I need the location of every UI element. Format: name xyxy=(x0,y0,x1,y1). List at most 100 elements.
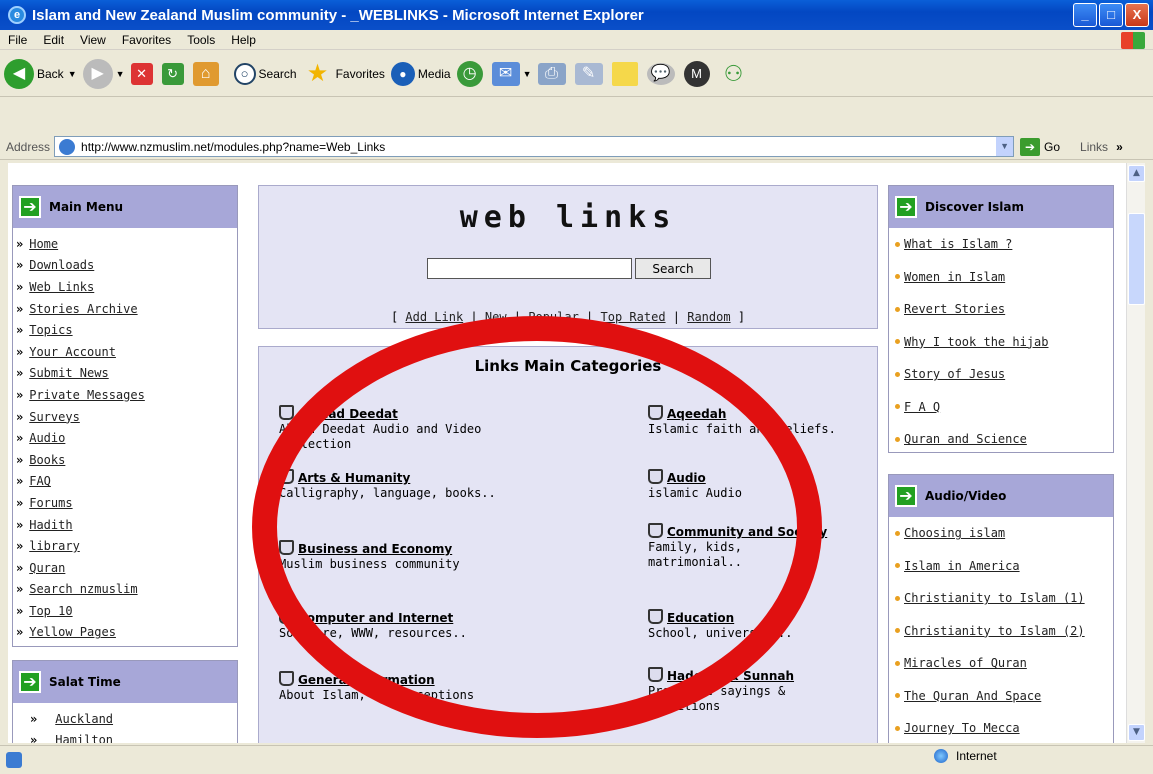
menu-item-library[interactable]: » library xyxy=(13,535,237,557)
menu-file[interactable]: File xyxy=(0,33,35,47)
discuss-button[interactable]: 💬 xyxy=(646,62,678,85)
top-rated-link[interactable]: Top Rated xyxy=(601,310,666,324)
menu-item-topics[interactable]: » Topics xyxy=(13,319,237,341)
scroll-up-icon[interactable]: ▲ xyxy=(1128,165,1145,182)
bullet-icon xyxy=(895,274,900,280)
category-arts-humanity[interactable]: Arts & Humanity Calligraphy, language, bo… xyxy=(279,469,549,501)
audio-video-item[interactable]: The Quran And Space xyxy=(889,680,1113,713)
history-button[interactable]: ◷ xyxy=(456,60,486,87)
menu-help[interactable]: Help xyxy=(223,33,264,47)
category-ahmad-deedat[interactable]: Ahmad Deedat Ahmad Deedat Audio and Video… xyxy=(279,405,549,452)
search-button[interactable]: ○ Search xyxy=(233,62,297,85)
category-aqeedah[interactable]: Aqeedah Islamic faith and beliefs. xyxy=(648,405,848,437)
back-button[interactable]: ◀ Back ▼ xyxy=(4,58,77,89)
minimize-button[interactable]: _ xyxy=(1073,3,1097,27)
category-education[interactable]: Education School, university.. xyxy=(648,609,848,641)
book-icon xyxy=(648,405,663,420)
discover-item[interactable]: Story of Jesus xyxy=(889,358,1113,391)
menu-item-yellow-pages[interactable]: » Yellow Pages xyxy=(13,622,237,644)
favorites-button[interactable]: ★ Favorites xyxy=(303,59,385,89)
address-url: http://www.nzmuslim.net/modules.php?name… xyxy=(81,139,386,154)
menu-item-quran[interactable]: » Quran xyxy=(13,557,237,579)
menu-item-books[interactable]: » Books xyxy=(13,449,237,471)
menu-item-search-nzmuslim[interactable]: » Search nzmuslim xyxy=(13,579,237,601)
category-computer-internet[interactable]: Computer and Internet Software, WWW, reso… xyxy=(279,609,549,641)
scroll-thumb[interactable] xyxy=(1128,213,1145,305)
chevron-right-icon[interactable]: » xyxy=(1116,140,1123,154)
home-icon: ⌂ xyxy=(192,61,219,86)
go-button[interactable]: ➔ Go xyxy=(1020,137,1060,156)
menu-item-forums[interactable]: » Forums xyxy=(13,492,237,514)
media-icon: ● xyxy=(390,61,415,86)
contacts-button[interactable]: ⚇ xyxy=(719,59,752,89)
notes-button[interactable] xyxy=(611,61,641,86)
menu-item-downloads[interactable]: » Downloads xyxy=(13,255,237,277)
messenger-button[interactable]: M xyxy=(683,60,713,87)
forward-button[interactable]: ▶ ▼ xyxy=(82,58,125,89)
menu-tools[interactable]: Tools xyxy=(179,33,223,47)
chevron-down-icon[interactable]: ▼ xyxy=(996,137,1014,156)
menu-item-surveys[interactable]: » Surveys xyxy=(13,406,237,428)
standard-toolbar: ◀ Back ▼ ▶ ▼ ✕ ↻ ⌂ ○ Search ★ Favorites ● Medi… xyxy=(0,51,1153,97)
menu-item-web-links[interactable]: » Web Links xyxy=(13,276,237,298)
discover-item[interactable]: Why I took the hijab xyxy=(889,326,1113,359)
maximize-button[interactable]: □ xyxy=(1099,3,1123,27)
discover-islam-header: ➔ Discover Islam xyxy=(889,186,1113,228)
book-icon xyxy=(279,469,294,484)
discover-item[interactable]: Quran and Science xyxy=(889,423,1113,456)
back-arrow-icon: ◀ xyxy=(4,58,34,89)
scroll-down-icon[interactable]: ▼ xyxy=(1128,724,1145,741)
menu-item-your-account[interactable]: » Your Account xyxy=(13,341,237,363)
links-toolbar[interactable]: Links xyxy=(1080,140,1108,154)
audio-video-item[interactable]: Journey To Mecca xyxy=(889,712,1113,743)
menu-favorites[interactable]: Favorites xyxy=(114,33,179,47)
page-viewport: ➔ Main Menu » Home » Downloads » Web Links »… xyxy=(8,163,1126,743)
menu-item-stories-archive[interactable]: » Stories Archive xyxy=(13,298,237,320)
menu-item-private-messages[interactable]: » Private Messages xyxy=(13,384,237,406)
salat-item-auckland[interactable]: » Auckland xyxy=(27,708,237,730)
home-button[interactable]: ⌂ xyxy=(192,61,222,86)
menu-edit[interactable]: Edit xyxy=(35,33,72,47)
menu-item-hadith[interactable]: » Hadith xyxy=(13,514,237,536)
popular-link[interactable]: Popular xyxy=(528,310,579,324)
vertical-scrollbar[interactable]: ▲ ▼ xyxy=(1126,163,1145,743)
close-button[interactable]: X xyxy=(1125,3,1149,27)
category-community-society[interactable]: Community and Society Family, kids, matri… xyxy=(648,523,828,570)
address-input[interactable]: http://www.nzmuslim.net/modules.php?name… xyxy=(54,136,1015,157)
menu-item-home[interactable]: » Home xyxy=(13,233,237,255)
links-search-button[interactable]: Search xyxy=(635,258,711,279)
page-status-icon xyxy=(6,752,22,768)
menu-item-audio[interactable]: » Audio xyxy=(13,427,237,449)
mail-button[interactable]: ✉ ▼ xyxy=(491,61,532,86)
chevron-down-icon: ▼ xyxy=(522,68,532,79)
discover-item[interactable]: What is Islam ? xyxy=(889,228,1113,261)
category-hadeeth-sunnah[interactable]: Hadeeth & Sunnah Prophetic sayings & trad… xyxy=(648,667,828,714)
audio-video-item[interactable]: Miracles of Quran xyxy=(889,647,1113,680)
category-business-economy[interactable]: Business and Economy Muslim business comm… xyxy=(279,540,549,572)
new-link[interactable]: New xyxy=(485,310,507,324)
menu-item-top-10[interactable]: » Top 10 xyxy=(13,600,237,622)
refresh-button[interactable]: ↻ xyxy=(161,62,187,85)
salat-item-hamilton[interactable]: » Hamilton xyxy=(27,730,237,743)
discover-item[interactable]: Revert Stories xyxy=(889,293,1113,326)
edit-button[interactable]: ✎ xyxy=(574,62,606,85)
menu-view[interactable]: View xyxy=(72,33,114,47)
audio-video-item[interactable]: Choosing islam xyxy=(889,517,1113,550)
discover-item[interactable]: F A Q xyxy=(889,391,1113,424)
media-button[interactable]: ● Media xyxy=(390,61,451,86)
audio-video-item[interactable]: Christianity to Islam (2) xyxy=(889,615,1113,648)
bullet-icon xyxy=(895,339,900,345)
menu-item-submit-news[interactable]: » Submit News xyxy=(13,363,237,385)
category-general-information[interactable]: General Information About Islam, misconce… xyxy=(279,671,549,703)
discover-item[interactable]: Women in Islam xyxy=(889,261,1113,294)
category-audio[interactable]: Audio islamic Audio xyxy=(648,469,848,501)
notes-icon xyxy=(611,61,638,86)
audio-video-item[interactable]: Christianity to Islam (1) xyxy=(889,582,1113,615)
print-button[interactable]: ⎙ xyxy=(537,62,569,85)
audio-video-item[interactable]: Islam in America xyxy=(889,550,1113,583)
add-link-link[interactable]: Add Link xyxy=(405,310,463,324)
random-link[interactable]: Random xyxy=(687,310,730,324)
stop-button[interactable]: ✕ xyxy=(130,62,156,85)
menu-item-faq[interactable]: » FAQ xyxy=(13,471,237,493)
links-search-input[interactable] xyxy=(427,258,632,279)
